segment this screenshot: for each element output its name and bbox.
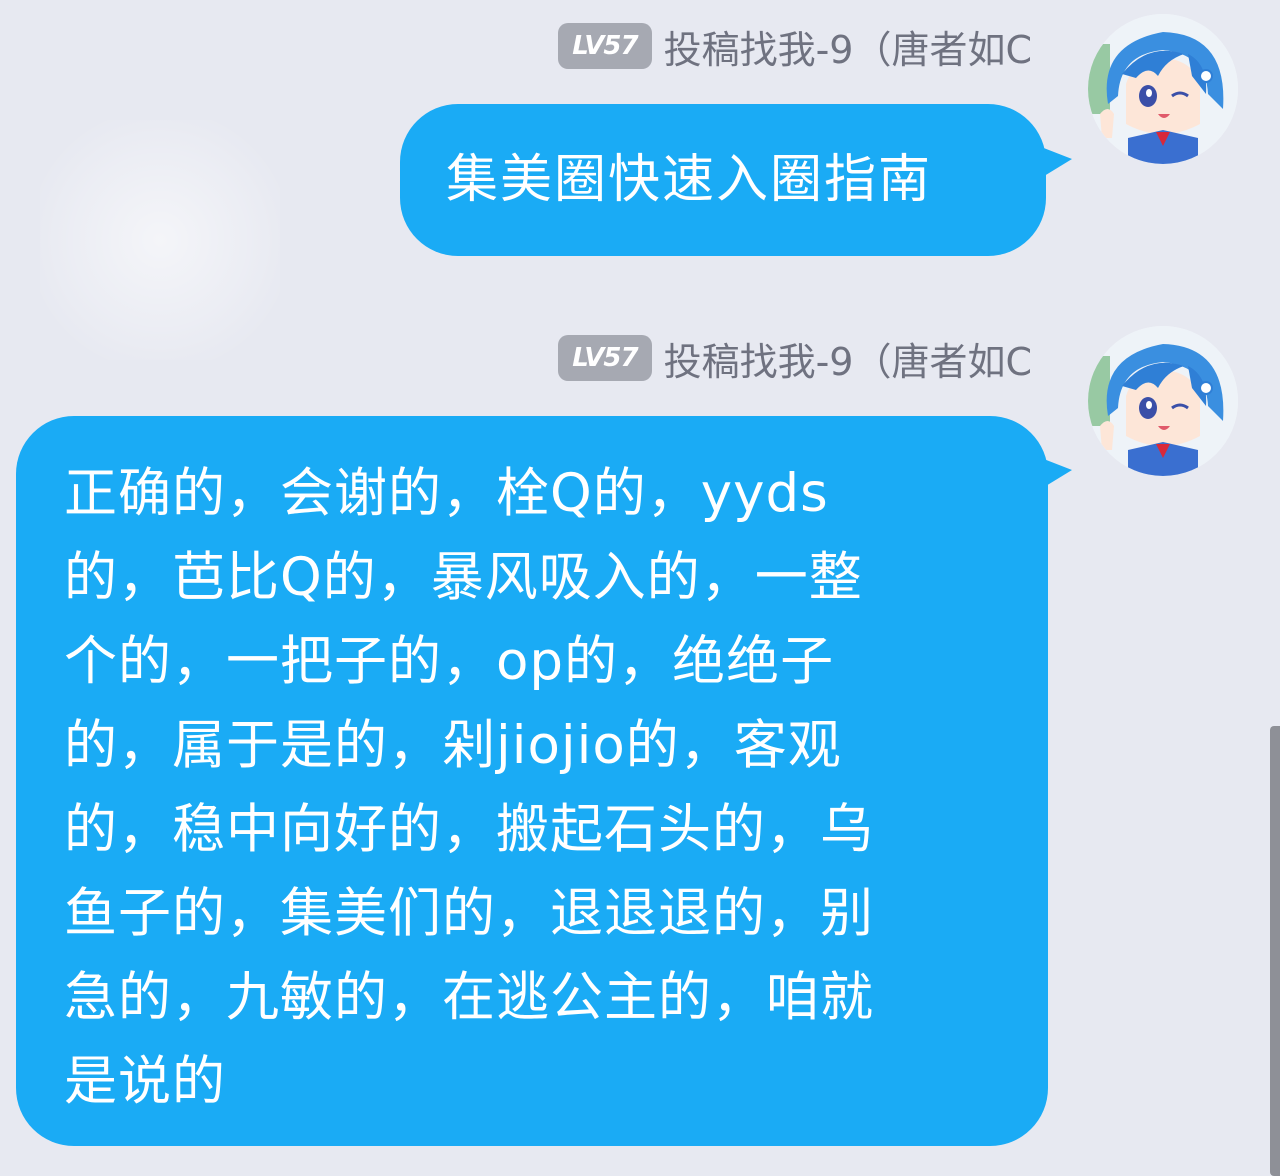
sender-name[interactable]: 投稿找我-9（唐者如C [664,19,1032,74]
bubble-tail [1036,145,1072,181]
avatar-icon[interactable] [1088,326,1238,476]
level-badge: LV57 [558,23,652,69]
message-line: 的，属于是的，剁jiojio的，客观 [64,715,842,776]
message-line: 的，稳中向好的，搬起石头的，乌 [64,799,874,860]
message-line: 是说的 [64,1051,226,1112]
message-line: 的，芭比Q的，暴风吸入的，一整 [64,547,863,608]
message-bubble[interactable]: 集美圈快速入圈指南 [400,104,1046,256]
message-line: 个的，一把子的，op的，绝绝子 [64,631,835,692]
message-text: 集美圈快速入圈指南 [446,150,933,210]
message-line: 鱼子的，集美们的，退退退的，别 [64,883,874,944]
bubble-tail [1036,456,1072,492]
anime-avatar-icon [1088,326,1238,476]
level-badge: LV57 [558,335,652,381]
sender-info: LV57 投稿找我-9（唐者如C [558,22,1032,72]
avatar-icon[interactable] [1088,14,1238,164]
scrollbar[interactable] [1270,726,1280,1176]
message-bubble[interactable]: 正确的，会谢的，栓Q的，yyds 的，芭比Q的，暴风吸入的，一整 个的，一把子的… [16,416,1048,1146]
blurred-background-image [40,120,280,360]
sender-name[interactable]: 投稿找我-9（唐者如C [664,331,1032,386]
anime-avatar-icon [1088,14,1238,164]
message-line: 正确的，会谢的，栓Q的，yyds [64,463,829,524]
sender-info: LV57 投稿找我-9（唐者如C [558,334,1032,384]
message-line: 急的，九敏的，在逃公主的，咱就 [64,967,874,1028]
